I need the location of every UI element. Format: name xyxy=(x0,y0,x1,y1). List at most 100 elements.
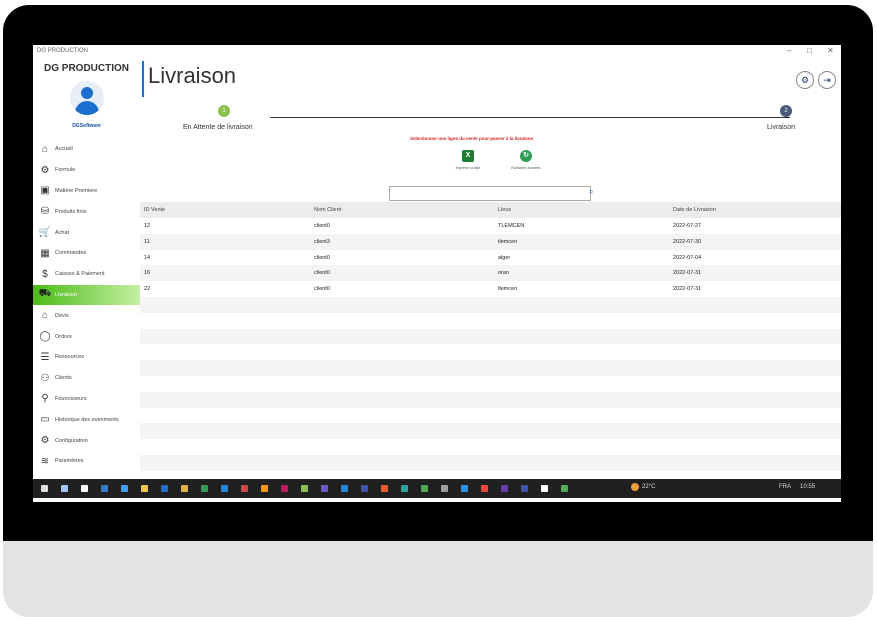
page-title: Livraison xyxy=(148,63,237,88)
table-cell: 2022-07-31 xyxy=(673,286,702,293)
sidebar-item-accueil[interactable]: ⌂ Accueil xyxy=(33,139,140,160)
taskbar-app-icon[interactable] xyxy=(41,485,48,492)
sidebar-item-label: Caisses & Paiement xyxy=(55,271,105,278)
sidebar-item-mati-re-premiere[interactable]: ▣ Matière Premiere xyxy=(33,181,140,202)
taskbar-app-icon[interactable] xyxy=(341,485,348,492)
sidebar-item-param-tres[interactable]: ≋ Paramètres xyxy=(33,451,140,472)
table-row[interactable] xyxy=(140,344,841,360)
clock[interactable]: 10:55 xyxy=(800,484,815,490)
table-row[interactable] xyxy=(140,328,841,345)
table-cell: 22 xyxy=(144,286,151,293)
weather-text[interactable]: 22°C xyxy=(642,484,655,490)
taskbar-app-icon[interactable] xyxy=(201,485,208,492)
table-row[interactable]: 16 client0 oran 2022-07-31 xyxy=(140,265,841,282)
settings-button[interactable]: ⚙ xyxy=(796,71,814,89)
sidebar-item-label: Accueil xyxy=(55,146,73,153)
taskbar-app-icon[interactable] xyxy=(401,485,408,492)
refresh-button[interactable]: ↻ Rafraichir données xyxy=(504,150,548,170)
taskbar-app-icon[interactable] xyxy=(121,485,128,492)
logout-icon: ⇥ xyxy=(823,74,831,85)
taskbar-app-icon[interactable] xyxy=(81,485,88,492)
taskbar-app-icon[interactable] xyxy=(141,485,148,492)
table-cell: 2022-07-27 xyxy=(673,223,702,229)
taskbar-app-icon[interactable] xyxy=(301,485,308,492)
search-icon[interactable]: ⌕ xyxy=(589,187,593,197)
sidebar-item-historique-des-evenments[interactable]: ▭ Historique des evenments xyxy=(33,409,140,430)
taskbar-app-icon[interactable] xyxy=(461,485,468,492)
table-row[interactable] xyxy=(140,296,841,313)
taskbar-app-icon[interactable] xyxy=(441,485,448,492)
table-row[interactable]: 11 client3 tlemcen 2022-07-30 xyxy=(140,233,841,250)
sidebar-item-produits-finis[interactable]: ⛁ Produits finis xyxy=(33,201,140,222)
sidebar-item-achat[interactable]: 🛒 Achat xyxy=(33,222,140,243)
sidebar-item-fournisseurs[interactable]: ⚲ Fournisseurs xyxy=(33,389,140,410)
window-title: DG PRODUCTION xyxy=(37,48,88,54)
username: DGSoftware xyxy=(72,123,101,129)
table-row[interactable] xyxy=(140,376,841,392)
table-row[interactable] xyxy=(140,360,841,376)
user-icon: ⚲ xyxy=(41,393,49,405)
table-row[interactable] xyxy=(140,313,841,329)
sidebar-item-livraison[interactable]: ⛟ Livraison xyxy=(33,284,140,306)
table-row[interactable] xyxy=(140,423,841,440)
table-row[interactable] xyxy=(140,391,841,408)
taskbar-app-icon[interactable] xyxy=(61,485,68,492)
table-row[interactable] xyxy=(140,408,841,424)
table-cell: 16 xyxy=(144,270,151,277)
brand-name: DG PRODUCTION xyxy=(44,63,129,74)
language-indicator[interactable]: FRA xyxy=(779,484,791,490)
table-row[interactable]: 22 client0 tlemcen 2022-07-31 xyxy=(140,281,841,297)
settings-icon: ⚙ xyxy=(40,435,50,447)
sidebar-item-formule[interactable]: ⚙ Formule xyxy=(33,160,140,181)
taskbar-app-icon[interactable] xyxy=(521,485,528,492)
minimize-button[interactable]: – xyxy=(787,46,791,55)
table-cell: client0 xyxy=(314,223,330,229)
taskbar-app-icon[interactable] xyxy=(161,485,168,492)
taskbar-app-icon[interactable] xyxy=(281,485,288,492)
taskbar-app-icon[interactable] xyxy=(101,485,108,492)
taskbar-app-icon[interactable] xyxy=(541,485,548,492)
sidebar-item-configuration[interactable]: ⚙ Configuration xyxy=(33,430,140,451)
taskbar-app-icon[interactable] xyxy=(481,485,488,492)
taskbar-app-icon[interactable] xyxy=(261,485,268,492)
search-input[interactable] xyxy=(389,186,591,201)
taskbar-app-icon[interactable] xyxy=(241,485,248,492)
table-cell: client0 xyxy=(314,286,330,293)
sidebar-item-ordres[interactable]: ◯ Ordres xyxy=(33,326,140,347)
taskbar-app-icon[interactable] xyxy=(381,485,388,492)
close-button[interactable]: ✕ xyxy=(827,46,834,55)
product-icon: ⛁ xyxy=(40,206,50,218)
column-header[interactable]: ID Vente xyxy=(144,202,165,218)
taskbar-app-icon[interactable] xyxy=(421,485,428,492)
taskbar-app-icon[interactable] xyxy=(501,485,508,492)
taskbar-app-icon[interactable] xyxy=(561,485,568,492)
maximize-button[interactable]: □ xyxy=(807,46,812,55)
instruction-text: Selectionner une ligne du vente pour pas… xyxy=(410,136,534,141)
table-row[interactable]: 12 client0 TLEMCEN 2022-07-27 xyxy=(140,218,841,234)
sidebar-item-devis[interactable]: ⌂ Devis xyxy=(33,305,140,326)
column-header[interactable]: Nom Client xyxy=(314,202,341,218)
column-header[interactable]: Date de Livraison xyxy=(673,202,716,218)
sidebar-item-caisses-paiement[interactable]: $ Caisses & Paiement xyxy=(33,264,140,285)
refresh-icon: ↻ xyxy=(520,150,532,162)
sidebar-item-label: Achat xyxy=(55,229,70,236)
taskbar-app-icon[interactable] xyxy=(321,485,328,492)
excel-icon: X xyxy=(462,150,474,162)
taskbar-app-icon[interactable] xyxy=(181,485,188,492)
table-row[interactable]: 14 client0 alger 2022-07-04 xyxy=(140,250,841,266)
table-row[interactable] xyxy=(140,454,841,471)
print-list-button[interactable]: X Imprimer la liste xyxy=(446,150,490,170)
taskbar-app-icon[interactable] xyxy=(361,485,368,492)
sidebar-item-label: Produits finis xyxy=(55,208,87,215)
logout-button[interactable]: ⇥ xyxy=(818,71,836,89)
taskbar-app-icon[interactable] xyxy=(221,485,228,492)
cash-icon: $ xyxy=(42,268,48,280)
sidebar-item-clients[interactable]: ⚇ Clients xyxy=(33,368,140,389)
title-bar: DG PRODUCTION – □ ✕ xyxy=(33,45,841,57)
sidebar-item-ressources[interactable]: ☰ Ressources xyxy=(33,347,140,368)
step-2-circle[interactable]: 2 xyxy=(780,105,792,117)
step-1-circle[interactable]: 1 xyxy=(218,105,230,117)
sidebar-item-commandes[interactable]: ▦ Commandes xyxy=(33,243,140,264)
column-header[interactable]: Lieux xyxy=(498,202,511,218)
table-row[interactable] xyxy=(140,439,841,455)
